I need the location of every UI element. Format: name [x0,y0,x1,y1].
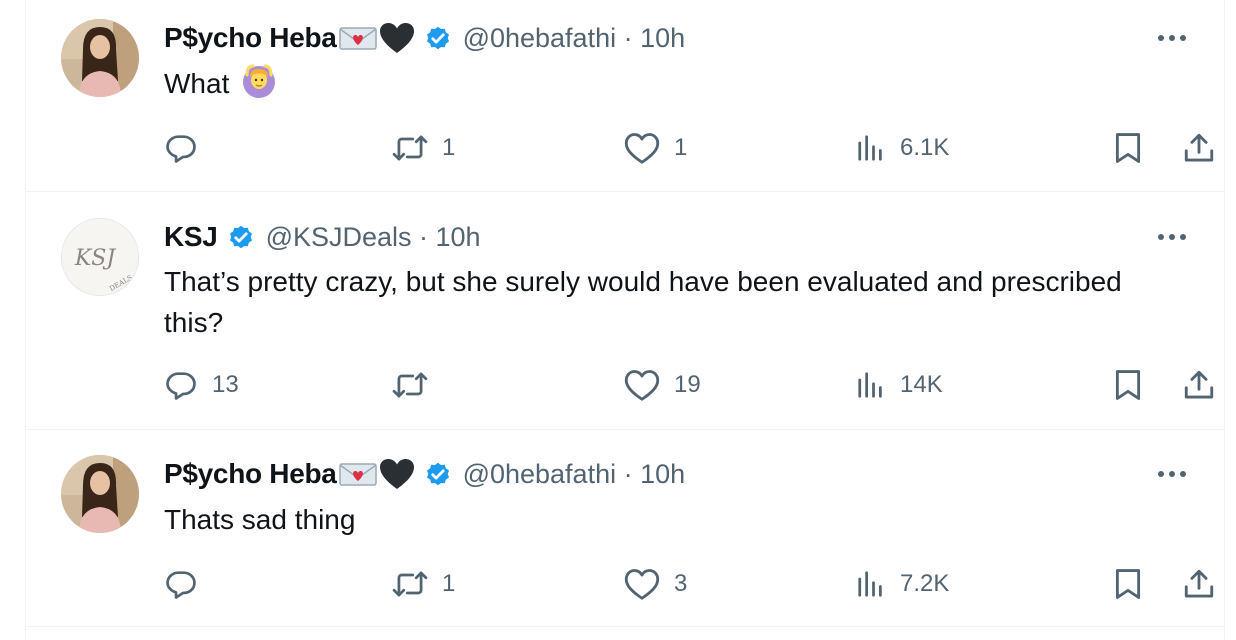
bookmark-button[interactable] [1112,128,1144,168]
avatar-logo-text: KSJ [74,246,117,271]
love-letter-icon [338,25,377,51]
tweet[interactable]: KSJ DEALS KSJ @KSJDeals · 10h That’s pre… [26,192,1224,430]
display-name[interactable]: P$ychο Heba [164,22,337,54]
bookmark-icon [1115,133,1141,163]
share-button[interactable] [1182,128,1216,168]
timeline: P$ychο Heba @0hebafathi · 10h What 1 1 6… [25,0,1225,640]
display-name[interactable]: KSJ [164,221,218,253]
bookmark-icon [1115,569,1141,599]
reply-icon [166,135,196,163]
repost-icon [392,135,428,161]
share-icon [1184,569,1214,598]
repost-icon [392,571,428,597]
more-icon[interactable] [1155,225,1189,249]
ksj-logo-avatar: KSJ DEALS [62,219,138,295]
more-icon[interactable] [1155,26,1189,50]
view-count: 14K [900,371,943,398]
share-icon [1184,370,1214,399]
avatar[interactable]: KSJ DEALS [61,218,139,296]
share-icon [1184,133,1214,162]
tweet-text: Thats sad thing [164,504,356,535]
share-button[interactable] [1182,564,1216,604]
black-heart-icon [379,22,415,54]
view-count: 7.2K [900,570,950,597]
like-icon [624,370,660,401]
action-bar: 1 1 6.1K [164,128,1214,168]
handle-and-time[interactable]: @0hebafathi · 10h [463,23,686,54]
reply-icon [166,372,196,400]
tweet-text: What [164,63,1124,110]
views-icon [858,571,882,597]
repost-button[interactable] [392,365,442,405]
view-count: 6.1K [900,134,950,161]
repost-count: 1 [442,134,456,161]
like-icon [624,569,660,600]
avatar[interactable] [61,19,139,97]
avatar-photo [61,455,139,533]
like-count: 1 [674,134,688,161]
repost-count: 1 [442,570,456,597]
repost-button[interactable]: 1 [392,564,455,604]
like-count: 19 [674,371,701,398]
tweet-text-content: What [164,68,230,99]
reply-count: 13 [212,371,239,398]
share-button[interactable] [1182,365,1216,405]
tweet-header: KSJ @KSJDeals · 10h [164,219,481,255]
tweet-header: P$ychο Heba @0hebafathi · 10h [164,456,685,492]
woman-gesturing-ok-icon [241,63,277,110]
reply-icon [166,571,196,599]
handle-and-time[interactable]: @KSJDeals · 10h [266,222,481,253]
views-button[interactable]: 6.1K [856,128,949,168]
avatar[interactable] [61,455,139,533]
views-icon [858,135,882,161]
reply-button[interactable]: 13 [164,365,239,405]
black-heart-icon [379,458,415,490]
tweet-header: P$ychο Heba @0hebafathi · 10h [164,20,685,56]
verified-badge-icon [423,459,453,489]
bookmark-icon [1115,370,1141,400]
reply-button[interactable] [164,128,212,168]
tweet[interactable]: P$ychο Heba @0hebafathi · 10h What 1 1 6… [26,0,1224,192]
avatar-photo [61,19,139,97]
like-count: 3 [674,570,688,597]
verified-badge-icon [423,23,453,53]
views-button[interactable]: 7.2K [856,564,949,604]
views-button[interactable]: 14K [856,365,943,405]
like-icon [624,133,660,164]
tweet-text: That’s pretty crazy, but she surely woul… [164,266,1122,338]
handle-and-time[interactable]: @0hebafathi · 10h [463,459,686,490]
like-button[interactable]: 3 [624,564,687,604]
bookmark-button[interactable] [1112,365,1144,405]
bookmark-button[interactable] [1112,564,1144,604]
display-name[interactable]: P$ychο Heba [164,458,337,490]
love-letter-icon [338,461,377,487]
reply-button[interactable] [164,564,212,604]
repost-button[interactable]: 1 [392,128,455,168]
more-icon[interactable] [1155,462,1189,486]
like-button[interactable]: 19 [624,365,701,405]
repost-icon [392,372,428,398]
tweet[interactable]: P$ychο Heba @0hebafathi · 10h Thats sad … [26,430,1224,627]
like-button[interactable]: 1 [624,128,687,168]
views-icon [858,372,882,398]
verified-badge-icon [226,222,256,252]
action-bar: 13 19 14K [164,365,1214,405]
action-bar: 1 3 7.2K [164,564,1214,604]
